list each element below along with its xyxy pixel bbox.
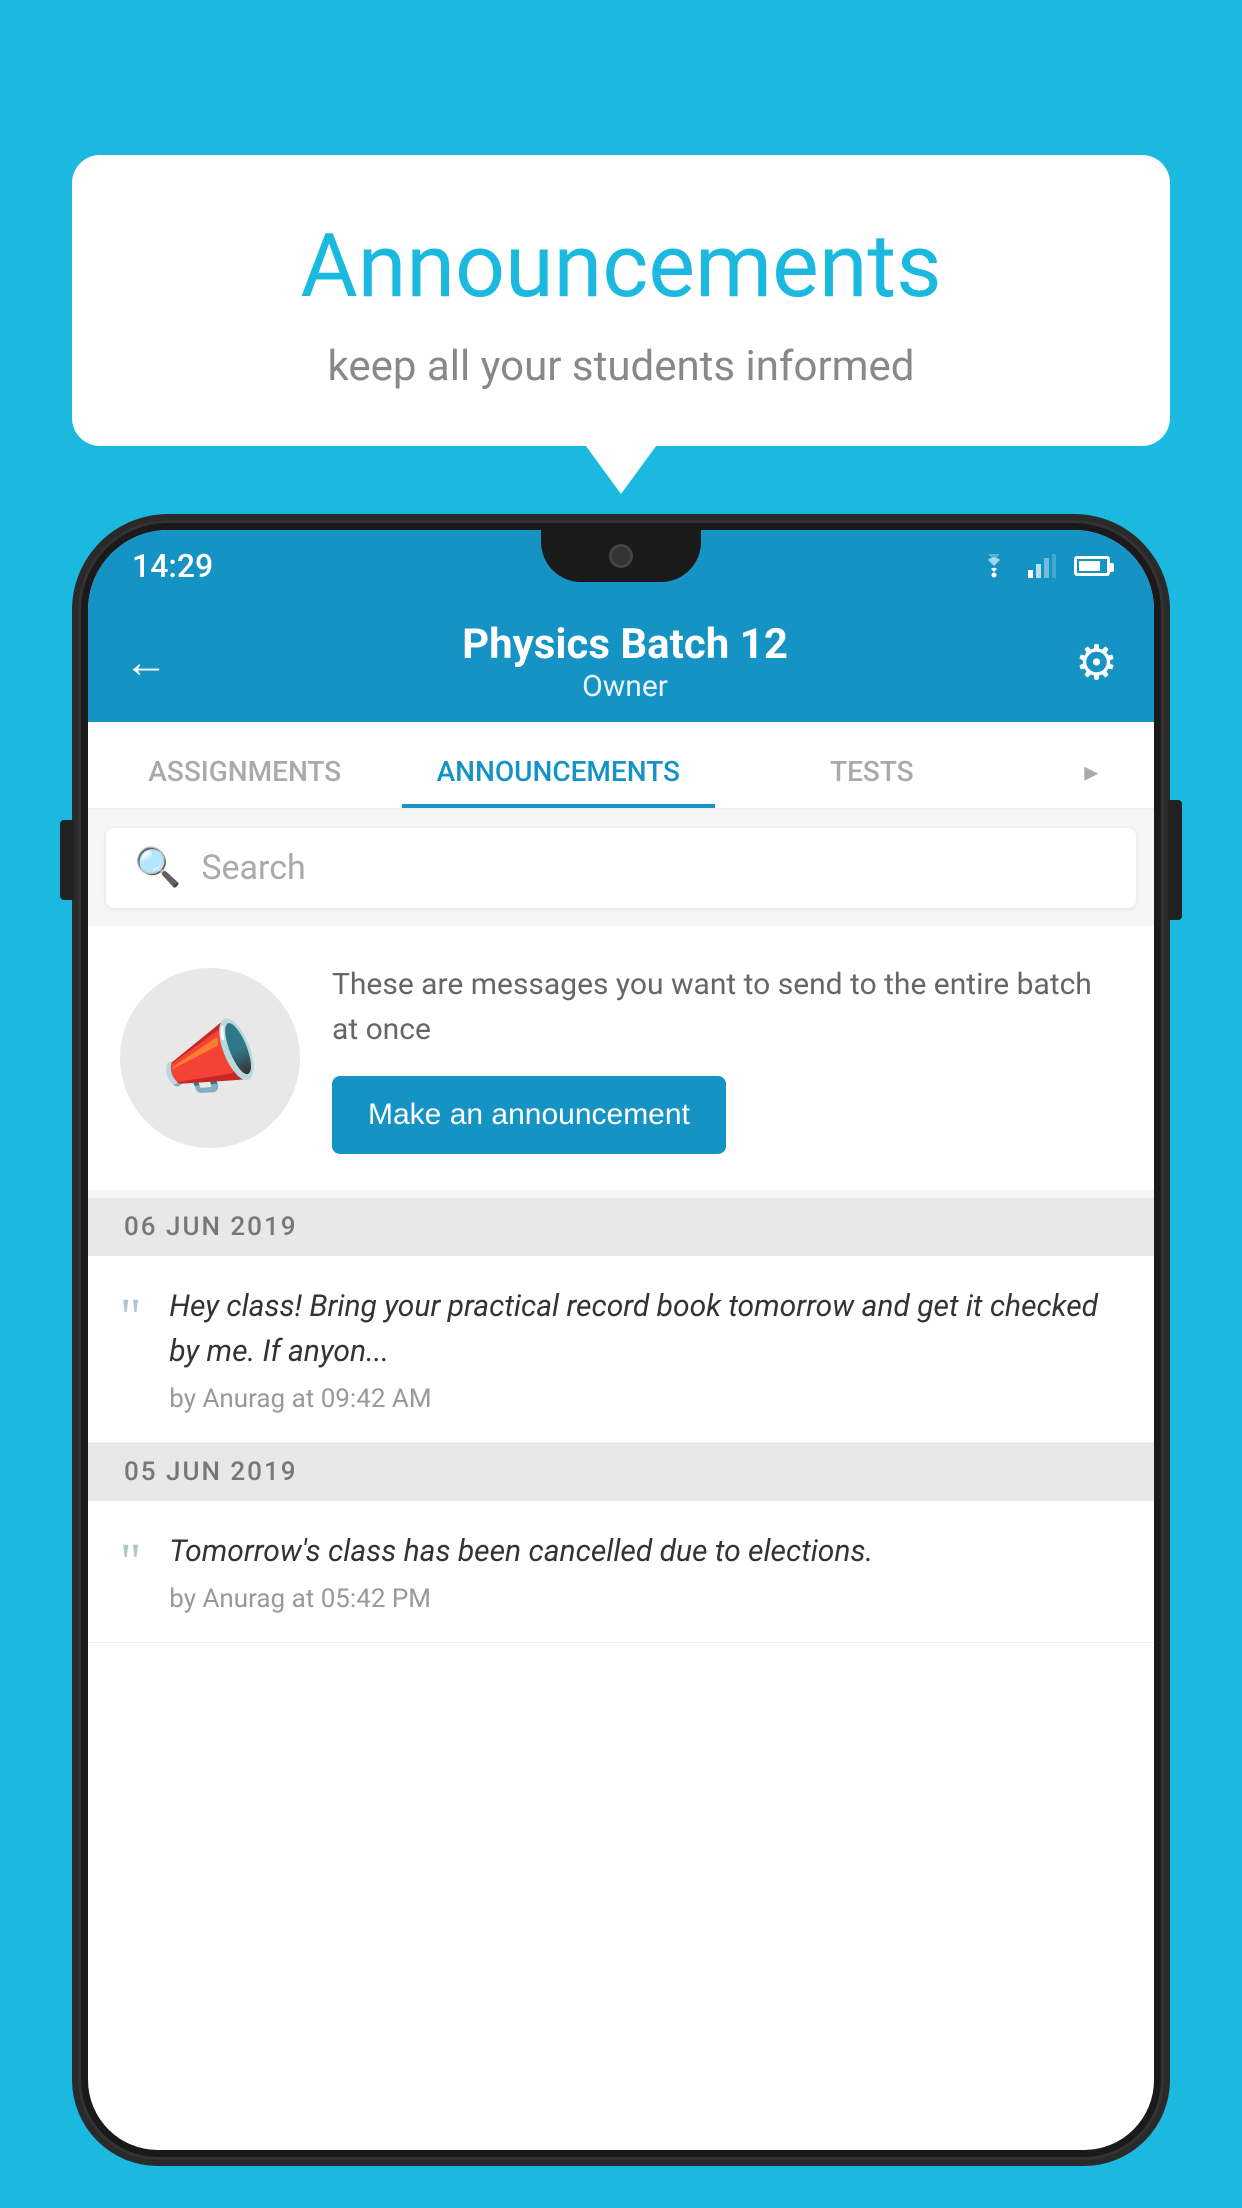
- announcement-text-2: Tomorrow's class has been cancelled due …: [169, 1529, 1122, 1574]
- status-bar: 14:29: [88, 530, 1154, 602]
- bubble-title: Announcements: [152, 215, 1090, 318]
- bubble-subtitle: keep all your students informed: [152, 342, 1090, 391]
- search-icon: 🔍: [134, 846, 181, 890]
- status-time: 14:29: [132, 547, 213, 585]
- announcement-meta-2: by Anurag at 05:42 PM: [169, 1584, 1122, 1614]
- announcement-text-1: Hey class! Bring your practical record b…: [169, 1284, 1122, 1374]
- tab-announcements[interactable]: ANNOUNCEMENTS: [402, 755, 716, 808]
- settings-icon[interactable]: ⚙: [1075, 634, 1118, 691]
- quote-icon-1: ": [120, 1292, 141, 1344]
- search-placeholder: Search: [201, 848, 305, 888]
- speech-bubble: Announcements keep all your students inf…: [72, 155, 1170, 446]
- notch: [541, 530, 701, 582]
- announcement-content-2: Tomorrow's class has been cancelled due …: [169, 1529, 1122, 1614]
- prompt-description: These are messages you want to send to t…: [332, 962, 1122, 1052]
- content-area: 🔍 Search 📣 These are messages you want t…: [88, 810, 1154, 1643]
- announcement-prompt: 📣 These are messages you want to send to…: [88, 926, 1154, 1190]
- camera: [609, 544, 633, 568]
- app-bar-title-section: Physics Batch 12 Owner: [192, 620, 1058, 704]
- announcement-item-2: " Tomorrow's class has been cancelled du…: [88, 1501, 1154, 1643]
- tab-tests[interactable]: TESTS: [715, 755, 1029, 808]
- announcement-item-1: " Hey class! Bring your practical record…: [88, 1256, 1154, 1443]
- search-bar[interactable]: 🔍 Search: [106, 828, 1136, 908]
- make-announcement-button[interactable]: Make an announcement: [332, 1076, 726, 1154]
- tabs-container: ASSIGNMENTS ANNOUNCEMENTS TESTS ▸: [88, 722, 1154, 810]
- status-icons: [978, 554, 1110, 578]
- app-bar-subtitle: Owner: [192, 669, 1058, 704]
- wifi-icon: [978, 554, 1010, 578]
- signal-icon: [1028, 554, 1056, 578]
- date-divider-2: 05 JUN 2019: [88, 1443, 1154, 1501]
- megaphone-circle: 📣: [120, 968, 300, 1148]
- phone-frame: 14:29: [78, 520, 1164, 2160]
- announcement-meta-1: by Anurag at 09:42 AM: [169, 1384, 1122, 1414]
- quote-icon-2: ": [120, 1537, 141, 1589]
- announcement-content-1: Hey class! Bring your practical record b…: [169, 1284, 1122, 1414]
- app-bar-title: Physics Batch 12: [192, 620, 1058, 669]
- app-bar: ← Physics Batch 12 Owner ⚙: [88, 602, 1154, 722]
- speech-bubble-container: Announcements keep all your students inf…: [72, 155, 1170, 446]
- battery-icon: [1074, 556, 1110, 576]
- back-button[interactable]: ←: [124, 636, 168, 688]
- megaphone-icon: 📣: [160, 1011, 260, 1105]
- date-divider-1: 06 JUN 2019: [88, 1198, 1154, 1256]
- tab-more[interactable]: ▸: [1029, 755, 1154, 808]
- tab-assignments[interactable]: ASSIGNMENTS: [88, 755, 402, 808]
- phone-screen: 14:29: [88, 530, 1154, 2150]
- phone-container: 14:29: [78, 520, 1164, 2208]
- prompt-right: These are messages you want to send to t…: [332, 962, 1122, 1154]
